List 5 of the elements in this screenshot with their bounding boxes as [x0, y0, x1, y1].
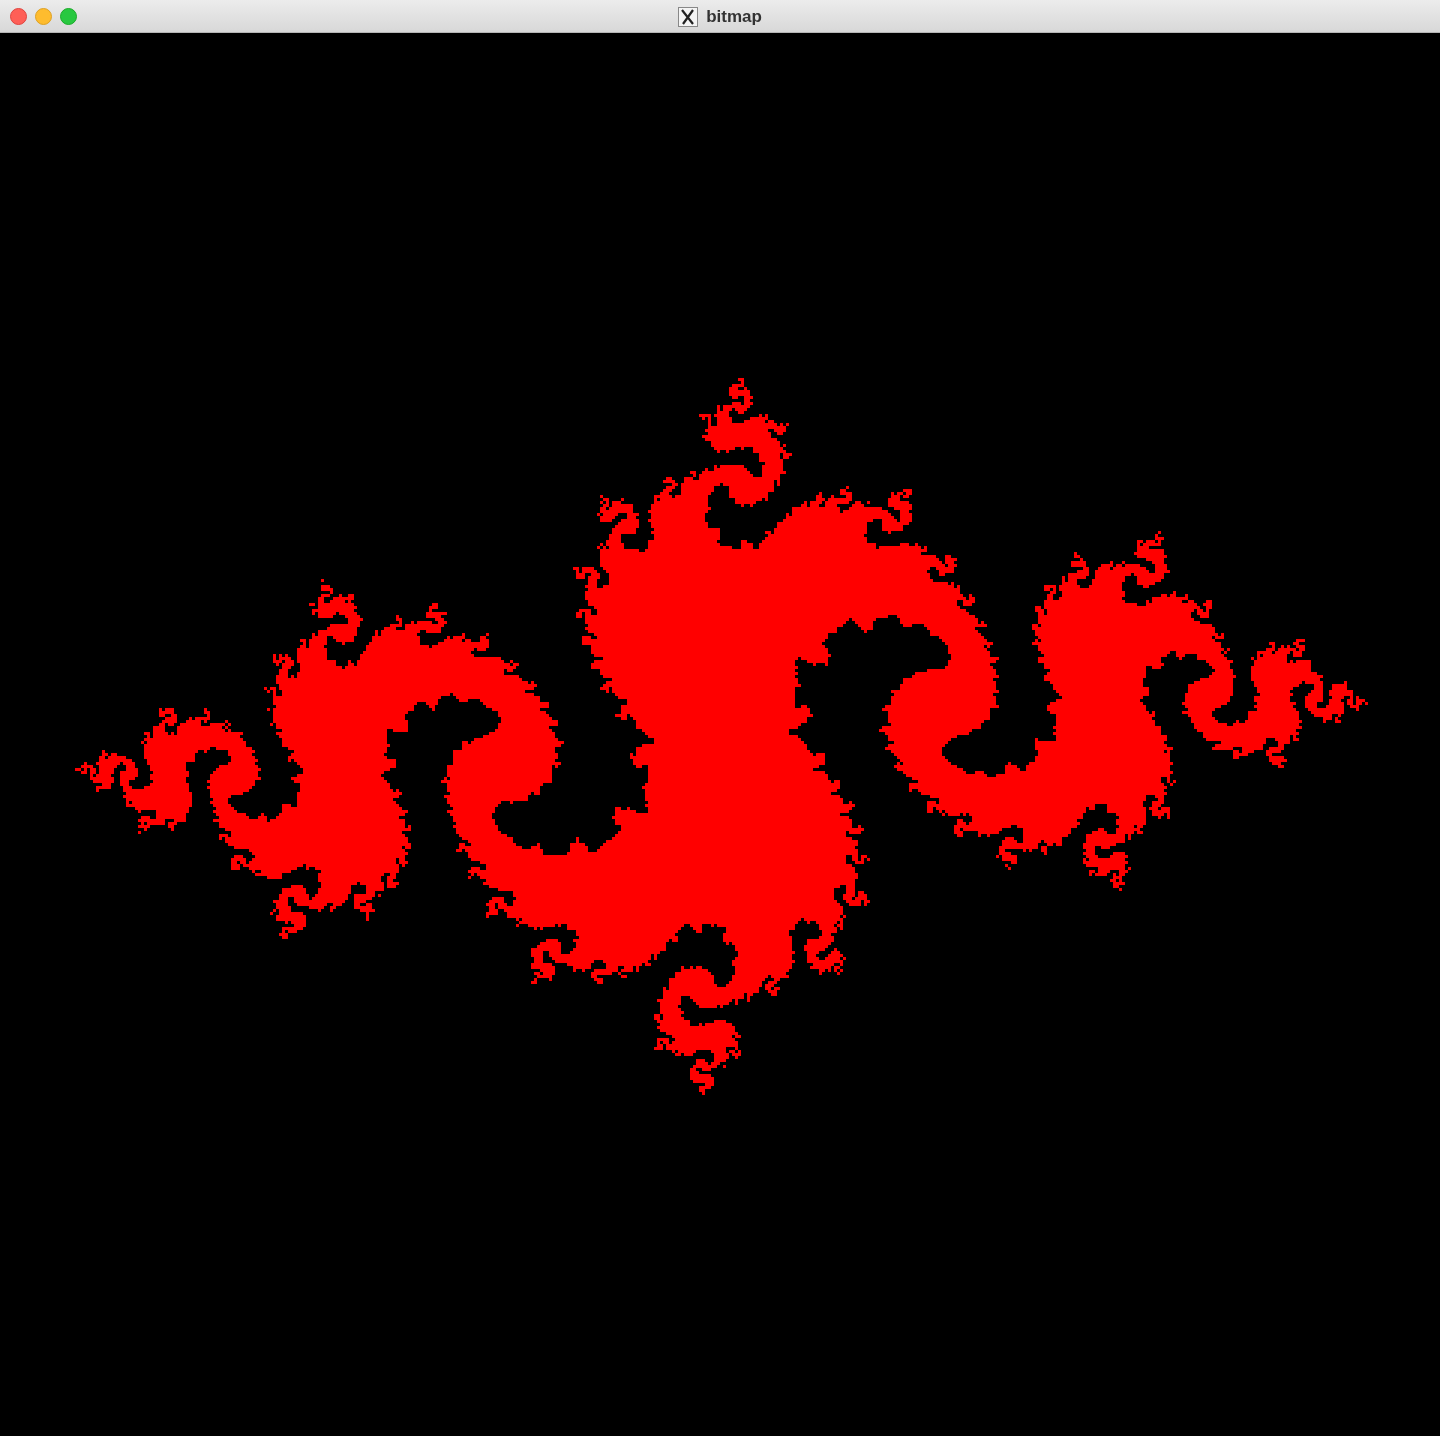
x-logo-icon — [678, 6, 699, 27]
window-title: bitmap — [706, 5, 762, 28]
close-button[interactable] — [10, 7, 27, 25]
zoom-button[interactable] — [60, 7, 77, 25]
minimize-button[interactable] — [35, 7, 52, 25]
